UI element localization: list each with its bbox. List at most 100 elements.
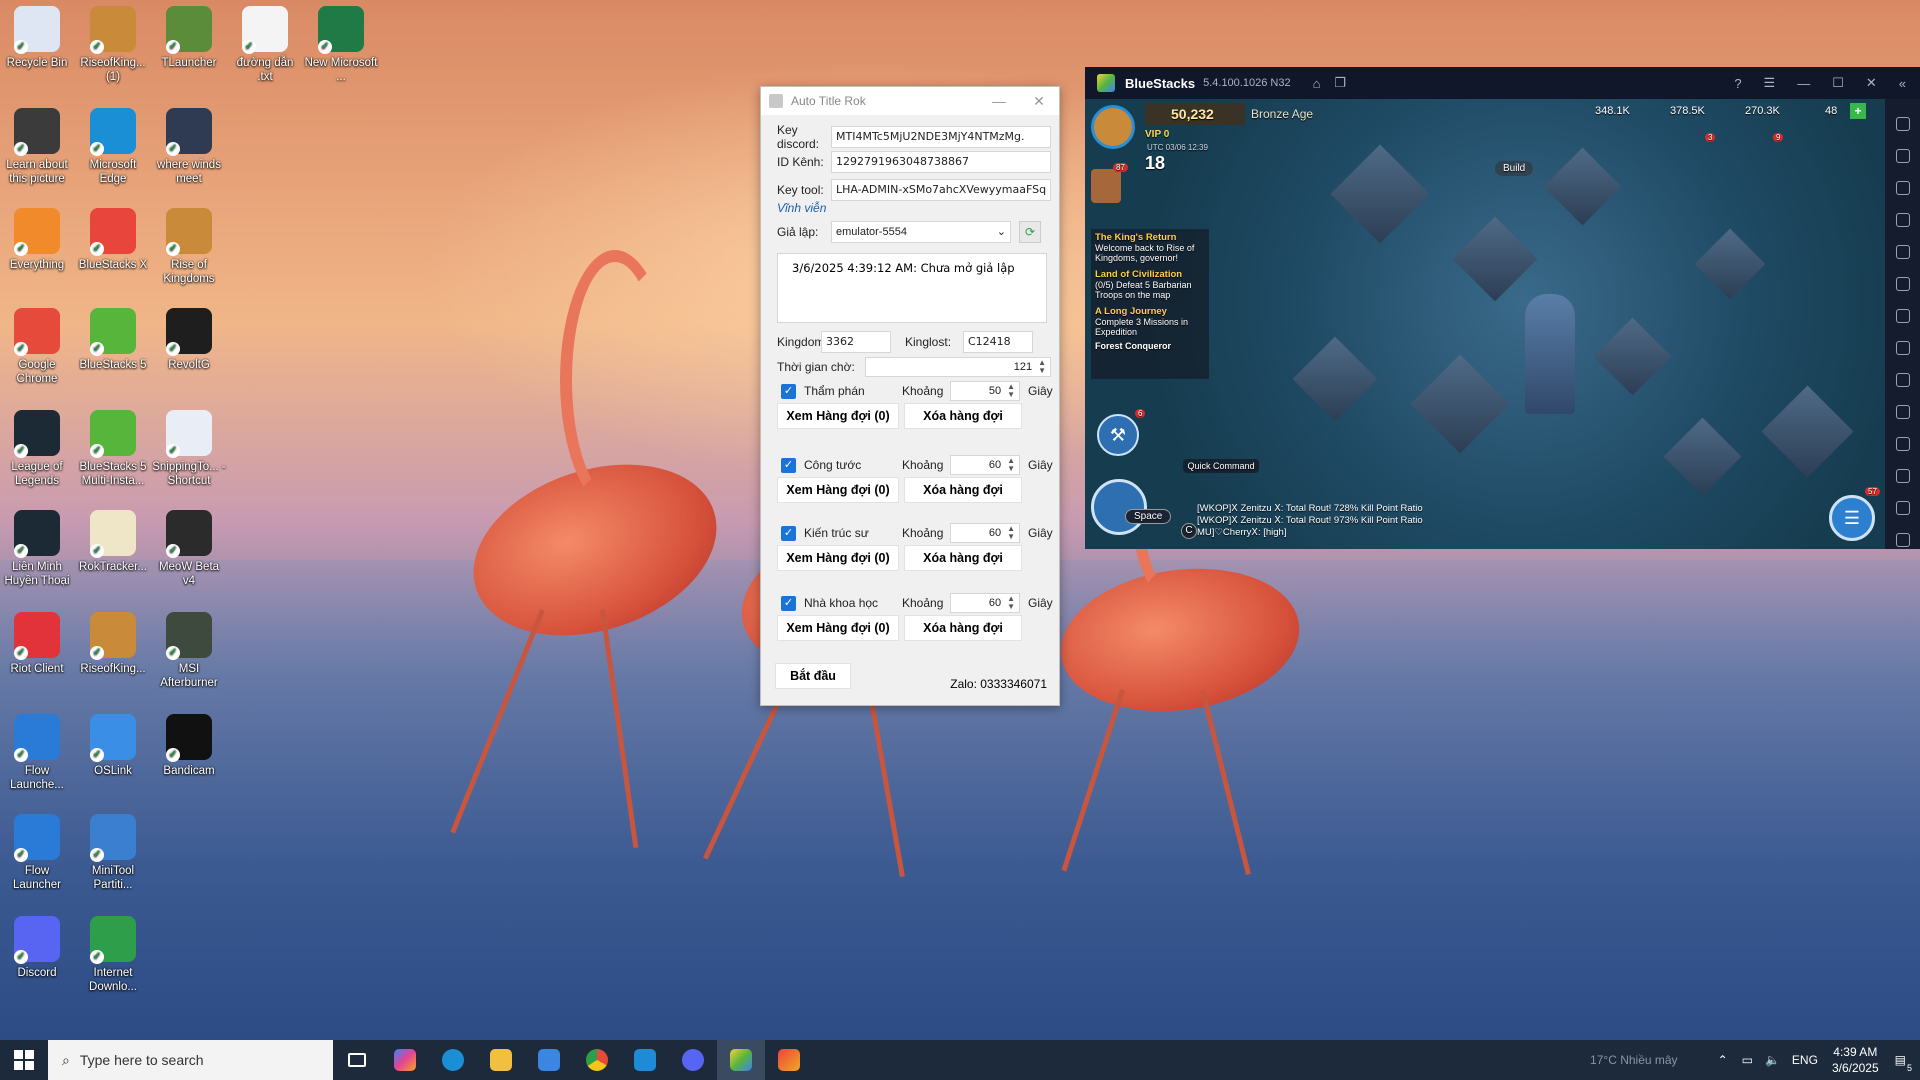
close-icon[interactable]: ✕ xyxy=(1019,93,1059,110)
quest-panel[interactable]: The King's Return Welcome back to Rise o… xyxy=(1091,229,1209,379)
task-view-icon[interactable] xyxy=(333,1040,381,1080)
chat-line-2[interactable]: [WKOP]Ⅹ Zenitzu Ⅹ: Total Rout! 973% Kill… xyxy=(1197,515,1423,526)
id-kenh-input[interactable]: 1292791963048738867 xyxy=(831,151,1051,173)
edge-icon[interactable] xyxy=(429,1040,477,1080)
keyboard-icon[interactable] xyxy=(1895,181,1910,195)
kinglost-input[interactable]: C12418 xyxy=(963,331,1033,353)
desktop-icon[interactable]: ✓ Flow Launche... xyxy=(0,714,74,792)
bluestacks-icon[interactable] xyxy=(717,1040,765,1080)
desktop-icon[interactable]: ✓ đường dẫn .txt xyxy=(228,6,302,84)
auto-title-rok-window[interactable]: Auto Title Rok — ✕ Key discord: MTI4MTc5… xyxy=(760,86,1060,706)
desktop-icon[interactable]: ✓ Rise of Kingdoms xyxy=(152,208,226,286)
eco-mode-icon[interactable] xyxy=(1895,309,1910,323)
clear-queue-button[interactable]: Xóa hàng đợi xyxy=(904,545,1022,571)
notification-icon[interactable]: ▤ 5 xyxy=(1895,1053,1912,1073)
view-queue-button[interactable]: Xem Hàng đợi (0) xyxy=(777,477,899,503)
spinner-arrows-icon[interactable]: ▲ ▼ xyxy=(1007,595,1015,611)
desktop-icon[interactable]: ✓ MSI Afterburner xyxy=(152,612,226,690)
clear-queue-button[interactable]: Xóa hàng đợi xyxy=(904,477,1022,503)
desktop-icon[interactable]: ✓ RiseofKing... xyxy=(76,612,150,676)
desktop-icon[interactable]: ✓ SnippingTo... - Shortcut xyxy=(152,410,226,488)
chevron-up-icon[interactable]: ⌃ xyxy=(1718,1053,1728,1067)
desktop-icon[interactable]: ✓ Riot Client xyxy=(0,612,74,676)
store-icon[interactable] xyxy=(525,1040,573,1080)
hammer-build-icon[interactable]: ⚒ xyxy=(1097,414,1139,456)
recent-apps-icon[interactable] xyxy=(1895,533,1910,547)
desktop-icon[interactable]: ✓ BlueStacks X xyxy=(76,208,150,272)
view-queue-button[interactable]: Xem Hàng đợi (0) xyxy=(777,545,899,571)
back-icon[interactable] xyxy=(1895,469,1910,483)
refresh-icon[interactable]: ⟳ xyxy=(1019,221,1041,243)
desktop-icon[interactable]: ✓ Internet Downlo... xyxy=(76,916,150,994)
map-icon[interactable] xyxy=(1091,479,1147,535)
taskbar-search[interactable]: ⌕ Type here to search xyxy=(48,1040,333,1080)
collapse-sidebar-icon[interactable]: « xyxy=(1899,76,1906,91)
vscode-icon[interactable] xyxy=(621,1040,669,1080)
title-checkbox[interactable]: ✓ xyxy=(781,457,796,473)
desktop-icon[interactable]: ✓ Recycle Bin xyxy=(0,6,74,70)
desktop-icon[interactable]: ✓ Learn about this picture xyxy=(0,108,74,186)
game-screen[interactable]: 50,232 Bronze Age VIP 0 18 UTC 03/06 12:… xyxy=(1085,99,1885,549)
settings-icon[interactable] xyxy=(1895,437,1910,451)
fps-icon[interactable] xyxy=(1895,341,1910,355)
volume-icon[interactable] xyxy=(1895,149,1910,163)
start-windows-icon[interactable] xyxy=(14,1050,34,1070)
vip-badge[interactable]: VIP 0 xyxy=(1145,129,1169,140)
spinner-arrows-icon[interactable]: ▲ ▼ xyxy=(1007,525,1015,541)
view-queue-button[interactable]: Xem Hàng đợi (0) xyxy=(777,403,899,429)
food-resource[interactable]: 348.1K xyxy=(1595,105,1630,117)
screenshot-icon[interactable] xyxy=(1895,373,1910,387)
copilot-icon[interactable] xyxy=(381,1040,429,1080)
desktop-icon[interactable]: ✓ BlueStacks 5 xyxy=(76,308,150,372)
desktop-icon[interactable]: ✓ Liên Minh Huyền Thoại xyxy=(0,510,74,588)
desktop-icon[interactable]: ✓ BlueStacks 5 Multi-Insta... xyxy=(76,410,150,488)
view-queue-button[interactable]: Xem Hàng đợi (0) xyxy=(777,615,899,641)
spinner-arrows-icon[interactable]: ▲ ▼ xyxy=(1007,457,1015,473)
desktop-icon[interactable]: ✓ Discord xyxy=(0,916,74,980)
home-icon[interactable]: ⌂ xyxy=(1313,76,1321,91)
bluestacks-titlebar[interactable]: BlueStacks 5.4.100.1026 N32 ⌂ ❐ ? ☰ — ☐ … xyxy=(1085,67,1920,99)
chrome-icon[interactable] xyxy=(573,1040,621,1080)
interval-stepper[interactable]: 60 ▲ ▼ xyxy=(950,593,1020,613)
more-icon[interactable] xyxy=(1895,405,1910,419)
quest-scroll-icon[interactable] xyxy=(1091,169,1121,203)
desktop-icon[interactable]: ✓ RevoltG xyxy=(152,308,226,372)
discord-icon[interactable] xyxy=(669,1040,717,1080)
desktop-icon[interactable]: ✓ TLauncher xyxy=(152,6,226,70)
build-button[interactable]: Build xyxy=(1495,161,1534,176)
kingdom-input[interactable]: 3362 xyxy=(821,331,891,353)
start-button[interactable]: Bắt đầu xyxy=(775,663,851,689)
emulator-select[interactable]: emulator-5554 ⌄ xyxy=(831,221,1011,243)
network-icon[interactable]: ▭ xyxy=(1742,1053,1753,1067)
clock[interactable]: 4:39 AM 3/6/2025 xyxy=(1832,1044,1879,1076)
volume-icon[interactable]: 🔈 xyxy=(1765,1053,1780,1067)
gamepad-icon[interactable] xyxy=(1895,213,1910,227)
clear-queue-button[interactable]: Xóa hàng đợi xyxy=(904,403,1022,429)
desktop-icon[interactable]: ✓ Microsoft Edge xyxy=(76,108,150,186)
add-gems-icon[interactable]: + xyxy=(1850,103,1866,119)
quick-command-button[interactable]: Quick Command xyxy=(1183,459,1259,473)
desktop-icon[interactable]: ✓ New Microsoft ... xyxy=(304,6,378,84)
clear-queue-button[interactable]: Xóa hàng đợi xyxy=(904,615,1022,641)
sync-icon[interactable] xyxy=(1895,277,1910,291)
macro-icon[interactable] xyxy=(1895,245,1910,259)
spinner-arrows-icon[interactable]: ▲ ▼ xyxy=(1007,383,1015,399)
key-tool-input[interactable]: LHA-ADMIN-xSMo7ahcXVewyymaaFSq xyxy=(831,179,1051,201)
help-icon[interactable]: ? xyxy=(1734,76,1741,91)
desktop-icon[interactable]: ✓ MiniTool Partiti... xyxy=(76,814,150,892)
weather-widget[interactable]: 17°C Nhiều mây xyxy=(1590,1053,1678,1067)
desktop-icon[interactable]: ✓ League of Legends xyxy=(0,410,74,488)
avatar[interactable] xyxy=(1091,105,1135,149)
stone-resource[interactable]: 270.3K xyxy=(1745,105,1780,117)
title-checkbox[interactable]: ✓ xyxy=(781,525,796,541)
interval-stepper[interactable]: 60 ▲ ▼ xyxy=(950,523,1020,543)
title-checkbox[interactable]: ✓ xyxy=(781,595,796,611)
maximize-icon[interactable]: ☐ xyxy=(1832,75,1844,91)
log-textarea[interactable]: 3/6/2025 4:39:12 AM: Chưa mở giả lập xyxy=(777,253,1047,323)
wait-time-stepper[interactable]: 121 ▲ ▼ xyxy=(865,357,1051,377)
desktop-icon[interactable]: ✓ RiseofKing... (1) xyxy=(76,6,150,84)
desktop-icon[interactable]: ✓ MeoW Beta v4 xyxy=(152,510,226,588)
menu-icon[interactable]: ☰ xyxy=(1764,75,1776,91)
desktop-icon[interactable]: ✓ RokTracker... xyxy=(76,510,150,574)
file-explorer-icon[interactable] xyxy=(477,1040,525,1080)
